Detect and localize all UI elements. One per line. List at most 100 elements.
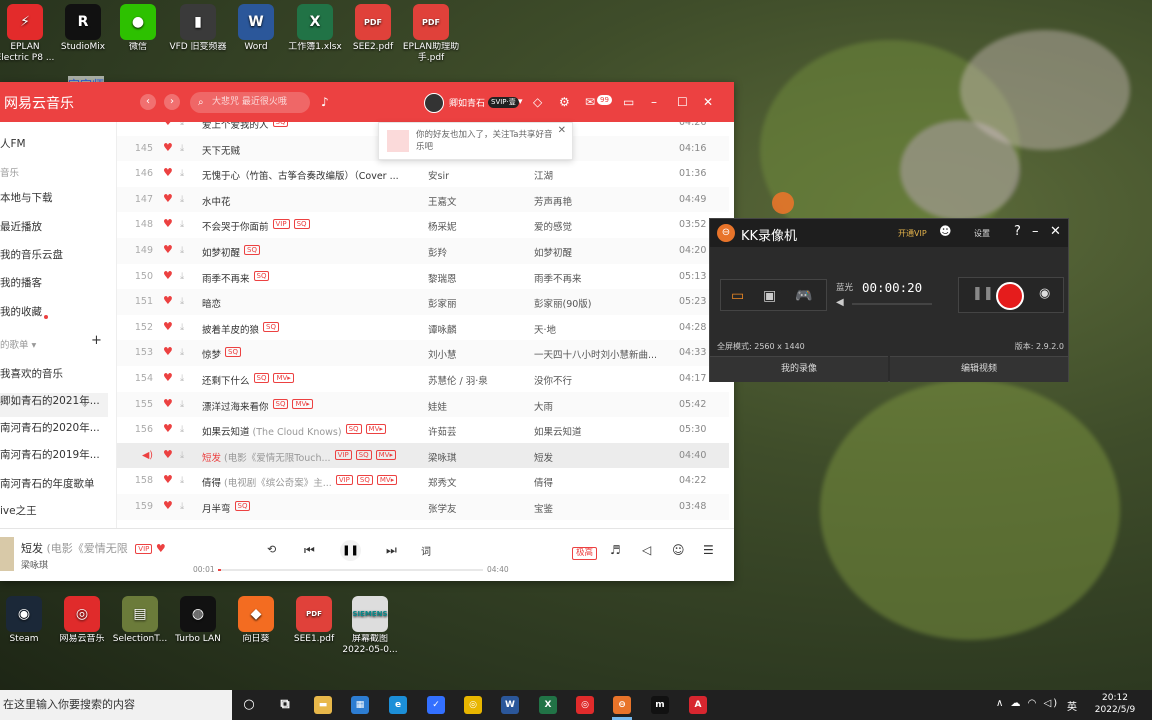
kk-icon[interactable]: ⊖ — [613, 696, 631, 714]
song-artist[interactable]: 黎瑞恩 — [428, 271, 528, 285]
camera-icon[interactable]: ◉ — [1039, 286, 1050, 301]
song-artist[interactable]: 张学友 — [428, 501, 528, 515]
table-row[interactable]: ◀) ♥ ⤓ 短发 (电影《爱情无限Touch... VIP SQ MV▸ 梁咏琪 短发 04:4… — [117, 442, 729, 469]
sidebar-item[interactable]: 最近播放 — [0, 219, 42, 234]
minimize-icon[interactable]: – — [651, 94, 657, 110]
song-album[interactable]: 如果云知道 — [534, 424, 664, 438]
pause-button[interactable]: ❚❚ — [340, 540, 361, 561]
song-title[interactable]: 披着羊皮的狼 SQ — [202, 321, 417, 336]
taskview-icon[interactable]: ⧉ — [276, 696, 294, 714]
chevron-down-icon[interactable]: ▾ — [518, 94, 523, 110]
song-artist[interactable]: 杨采妮 — [428, 219, 528, 233]
effects-icon[interactable]: ♬ — [610, 543, 621, 557]
clock[interactable]: 20:12 2022/5/9 — [1092, 692, 1138, 716]
download-icon[interactable]: ⤓ — [180, 373, 184, 384]
close-icon[interactable]: ✕ — [1050, 224, 1061, 239]
quality-label[interactable]: 蓝光 — [836, 281, 853, 293]
record-button[interactable] — [996, 282, 1024, 310]
cortana-icon[interactable]: ○ — [240, 696, 258, 714]
heart-icon[interactable]: ♥ — [163, 397, 173, 410]
system-tray[interactable]: ∧ ☁ ◠ ◁) — [996, 698, 1059, 709]
album-cover[interactable] — [0, 537, 14, 571]
desktop-icon[interactable]: ● 微信 — [108, 4, 168, 53]
search-input[interactable]: ⌕ 大悲咒 最近很火哦 — [190, 92, 310, 113]
song-title[interactable]: 如果云知道 (The Cloud Knows) SQ MV▸ — [202, 424, 417, 438]
netease-icon[interactable]: ◎ — [576, 696, 594, 714]
skin-icon[interactable]: ◇ — [533, 94, 542, 110]
song-title[interactable]: 无愧于心（竹笛、古筝合奏改编版）（Cover ... — [202, 168, 417, 182]
download-icon[interactable]: ⤓ — [180, 450, 184, 461]
table-row[interactable]: 158 ♥ ⤓ 倩得 (电视剧《缤公奇案》主... VIP SQ MV▸ 郑秀文 倩得 04:22 — [117, 468, 729, 494]
heart-icon[interactable]: ♥ — [163, 166, 173, 179]
download-icon[interactable]: ⤓ — [180, 501, 184, 512]
progress-slider[interactable] — [218, 569, 483, 571]
sidebar-item[interactable]: 我的收藏 — [0, 304, 42, 319]
song-artist[interactable]: 王嘉文 — [428, 194, 528, 208]
song-title[interactable]: 惊梦 SQ — [202, 347, 417, 361]
help-icon[interactable]: ? — [1014, 224, 1021, 239]
download-icon[interactable]: ⤓ — [180, 168, 184, 179]
desktop-icon[interactable]: ▤ SelectionT... — [110, 596, 170, 645]
quality-button[interactable]: 极高 — [572, 547, 598, 560]
song-title[interactable]: 还剩下什么 SQ MV▸ — [202, 373, 417, 387]
my-recordings-tab[interactable]: 我的录像 — [710, 356, 888, 382]
download-icon[interactable]: ⤓ — [180, 122, 184, 128]
song-title[interactable]: 短发 (电影《爱情无限Touch... VIP SQ MV▸ — [202, 449, 417, 464]
edge-icon[interactable]: e — [389, 696, 407, 714]
desktop-icon[interactable]: ◆ 向日葵 — [226, 596, 286, 645]
next-icon[interactable]: ⏭ — [386, 543, 397, 558]
word-icon[interactable]: W — [501, 696, 519, 714]
now-playing-artist[interactable]: 梁咏琪 — [21, 558, 48, 571]
desktop-icon[interactable]: W Word — [226, 4, 286, 53]
download-icon[interactable]: ⤓ — [180, 347, 184, 358]
song-artist[interactable]: 娃娃 — [428, 399, 528, 413]
sidebar-item[interactable]: ive之王 — [0, 503, 37, 518]
download-icon[interactable]: ⤓ — [180, 424, 184, 435]
desktop-icon[interactable]: PDF SEE1.pdf — [284, 596, 344, 645]
lyric-button[interactable]: 词 — [421, 543, 431, 558]
song-album[interactable]: 短发 — [534, 450, 664, 464]
explorer-icon[interactable]: ▬ — [314, 696, 332, 714]
chrome-icon[interactable]: ◎ — [464, 696, 482, 714]
now-playing-title[interactable]: 短发 (电影《爱情无限 VIP ♥ — [21, 540, 166, 556]
heart-icon[interactable]: ♥ — [163, 217, 173, 230]
desktop-icon[interactable]: R StudioMix — [53, 4, 113, 53]
gear-icon[interactable]: ⚙ — [559, 94, 570, 110]
heart-icon[interactable]: ♥ — [163, 448, 173, 461]
studiomix-icon[interactable]: m — [651, 696, 669, 714]
table-row[interactable]: 159 ♥ ⤓ 月半弯 SQ 张学友 宝鉴 03:48 — [117, 494, 729, 520]
playlist-icon[interactable]: ☰ — [703, 543, 714, 557]
window-mode-icon[interactable]: ▣ — [763, 288, 776, 304]
user-icon[interactable]: ☻ — [939, 224, 952, 238]
heart-mode-icon[interactable]: ♡ — [80, 398, 89, 410]
volume-icon[interactable]: ◁ — [642, 543, 651, 557]
heart-icon[interactable]: ♥ — [163, 473, 173, 486]
table-row[interactable]: 150 ♥ ⤓ 雨季不再来 SQ 黎瑞恩 雨季不再来 05:13 — [117, 264, 729, 290]
mini-mode-icon[interactable]: ▭ — [623, 94, 634, 110]
heart-icon[interactable]: ♥ — [163, 269, 173, 282]
song-title[interactable]: 倩得 (电视剧《缤公奇案》主... VIP SQ MV▸ — [202, 475, 417, 489]
heart-icon[interactable]: ♥ — [163, 371, 173, 384]
sidebar-item[interactable]: 南河青石的2020年... — [0, 420, 100, 435]
mail-icon[interactable]: ✉ — [585, 94, 595, 110]
song-album[interactable]: 大雨 — [534, 399, 664, 413]
store-icon[interactable]: ▦ — [351, 696, 369, 714]
download-icon[interactable]: ⤓ — [180, 143, 184, 154]
download-icon[interactable]: ⤓ — [180, 271, 184, 282]
sidebar-item[interactable]: 我的音乐云盘 — [0, 247, 63, 262]
download-icon[interactable]: ⤓ — [180, 296, 184, 307]
username[interactable]: 卿如青石 — [449, 96, 485, 109]
song-album[interactable]: 江湖 — [534, 168, 664, 182]
listen-together-icon[interactable]: ☺ — [672, 543, 685, 557]
forward-button[interactable]: › — [164, 94, 180, 110]
song-title[interactable]: 暗恋 — [202, 296, 417, 310]
sidebar-item[interactable]: 南河青石的年度歌单 — [0, 476, 95, 491]
edit-video-tab[interactable]: 编辑视频 — [890, 356, 1068, 382]
add-playlist-icon[interactable]: + — [91, 333, 102, 348]
table-row[interactable]: 156 ♥ ⤓ 如果云知道 (The Cloud Knows) SQ MV▸ 许茹芸 如果云知… — [117, 417, 729, 443]
song-artist[interactable]: 刘小慧 — [428, 347, 528, 361]
pause-icon[interactable]: ❚❚ — [972, 286, 994, 301]
desktop-icon[interactable]: PDF EPLAN助理助手.pdf — [401, 4, 461, 64]
sidebar-item[interactable]: 我喜欢的音乐 — [0, 366, 63, 381]
heart-icon[interactable]: ♥ — [163, 141, 173, 154]
